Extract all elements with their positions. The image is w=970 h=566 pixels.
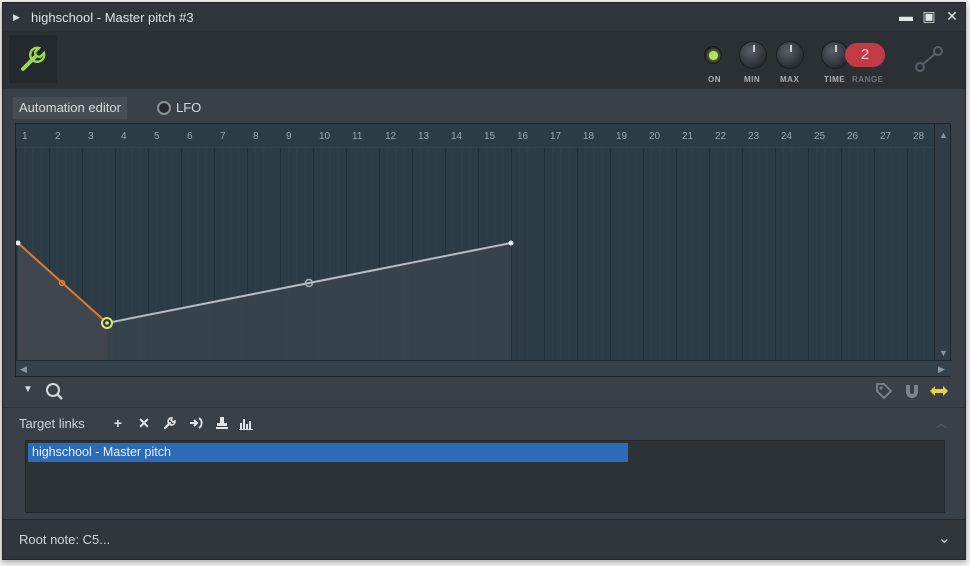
ruler-tick: 27 — [880, 131, 892, 142]
vertical-scrollbar[interactable]: ▲ ▼ — [934, 124, 950, 361]
plus-icon[interactable]: + — [109, 415, 127, 431]
on-label: ON — [708, 75, 721, 84]
ruler-tick: 24 — [781, 131, 793, 142]
ruler-tick: 11 — [352, 131, 363, 142]
scroll-left-icon[interactable]: ◀ — [20, 364, 27, 375]
target-links-list[interactable]: highschool - Master pitch — [25, 440, 945, 513]
tab-automation-editor[interactable]: Automation editor — [13, 97, 127, 119]
ruler-tick: 12 — [385, 131, 397, 142]
tag-icon[interactable] — [875, 382, 893, 400]
ruler-tick: 28 — [913, 131, 925, 142]
ruler-tick: 5 — [154, 131, 160, 142]
ruler-tick: 10 — [319, 131, 331, 142]
ruler-tick: 2 — [55, 131, 61, 142]
ruler-tick: 7 — [220, 131, 226, 142]
minimize-button[interactable]: ▬ — [899, 8, 913, 24]
window-controls: ▬ ▣ ✕ — [899, 8, 959, 24]
ruler-tick: 1 — [22, 131, 28, 142]
ruler-tick: 19 — [616, 131, 628, 142]
automation-editor: 1 2 3 4 5 6 7 8 9 10 11 12 13 14 15 16 1… — [15, 123, 952, 377]
wrench-icon — [21, 46, 46, 71]
ruler-tick: 26 — [847, 131, 859, 142]
collapse-arrow-icon[interactable]: ▶ — [13, 12, 23, 22]
automation-grid[interactable] — [15, 148, 936, 361]
chevron-down-icon[interactable]: ⌄ — [938, 528, 951, 548]
editor-footer: ▼ — [15, 377, 951, 405]
automation-clip-window: ▶ highschool - Master pitch #3 ▬ ▣ ✕ ON … — [2, 2, 966, 560]
ruler-tick: 3 — [88, 131, 94, 142]
horizontal-arrows-icon[interactable] — [929, 382, 949, 400]
root-note-bar[interactable]: Root note: C5... ⌄ — [3, 519, 965, 559]
ruler-tick: 21 — [682, 131, 694, 142]
ruler-tick: 9 — [286, 131, 292, 142]
list-item[interactable]: highschool - Master pitch — [28, 443, 628, 462]
window-title: highschool - Master pitch #3 — [31, 9, 194, 25]
stamp-icon[interactable] — [213, 415, 231, 431]
collapse-up-icon[interactable]: ︿ — [936, 415, 947, 431]
selected-point-core — [105, 321, 109, 325]
scroll-right-icon[interactable]: ▶ — [938, 364, 945, 375]
wrench-icon[interactable] — [161, 415, 179, 431]
editor-tabs: Automation editor LFO — [3, 89, 965, 123]
scroll-up-icon[interactable]: ▲ — [939, 130, 948, 140]
range-label: RANGE — [852, 75, 884, 84]
on-toggle-led[interactable] — [704, 46, 722, 64]
max-label: MAX — [780, 75, 800, 84]
chevron-down-icon[interactable]: ▼ — [23, 384, 33, 395]
ruler-tick: 14 — [451, 131, 463, 142]
ruler-tick: 22 — [715, 131, 727, 142]
ruler-tick: 17 — [550, 131, 562, 142]
settings-button[interactable] — [9, 35, 57, 83]
automation-curve-canvas[interactable] — [15, 148, 936, 361]
lfo-label: LFO — [176, 100, 202, 115]
target-links-toolbar: Target links + ✕ ︿ — [3, 407, 965, 437]
magnet-icon[interactable] — [903, 382, 921, 400]
target-links-label: Target links — [19, 416, 85, 431]
range-value[interactable]: 2 — [845, 43, 885, 67]
ruler-tick: 20 — [649, 131, 661, 142]
horizontal-scrollbar[interactable]: ◀ ▶ — [16, 360, 952, 376]
ruler-tick: 16 — [517, 131, 529, 142]
min-label: MIN — [744, 75, 761, 84]
close-button[interactable]: ✕ — [945, 8, 959, 24]
time-label: TIME — [824, 75, 846, 84]
max-knob[interactable] — [776, 41, 804, 69]
lfo-radio[interactable] — [157, 101, 171, 115]
title-bar[interactable]: ▶ highschool - Master pitch #3 ▬ ▣ ✕ — [3, 3, 965, 31]
min-knob[interactable] — [739, 41, 767, 69]
link-icon[interactable] — [187, 415, 205, 431]
ruler-tick: 8 — [253, 131, 259, 142]
zoom-icon[interactable] — [45, 382, 65, 402]
bars-icon[interactable] — [237, 415, 255, 431]
link-nodes-icon[interactable] — [913, 43, 945, 75]
toolbar: ON MIN MAX TIME 2 RANGE — [3, 31, 965, 89]
ruler-tick: 13 — [418, 131, 430, 142]
ruler-tick: 25 — [814, 131, 826, 142]
ruler-tick: 15 — [484, 131, 496, 142]
maximize-button[interactable]: ▣ — [922, 8, 936, 24]
ruler-tick: 23 — [748, 131, 760, 142]
root-note-label: Root note: C5... — [19, 532, 111, 547]
ruler-tick: 4 — [121, 131, 127, 142]
automation-point[interactable] — [508, 240, 514, 246]
bar-ruler[interactable]: 1 2 3 4 5 6 7 8 9 10 11 12 13 14 15 16 1… — [16, 124, 936, 148]
ruler-tick: 6 — [187, 131, 193, 142]
ruler-tick: 18 — [583, 131, 595, 142]
scroll-down-icon[interactable]: ▼ — [939, 348, 948, 358]
close-icon[interactable]: ✕ — [135, 415, 153, 431]
